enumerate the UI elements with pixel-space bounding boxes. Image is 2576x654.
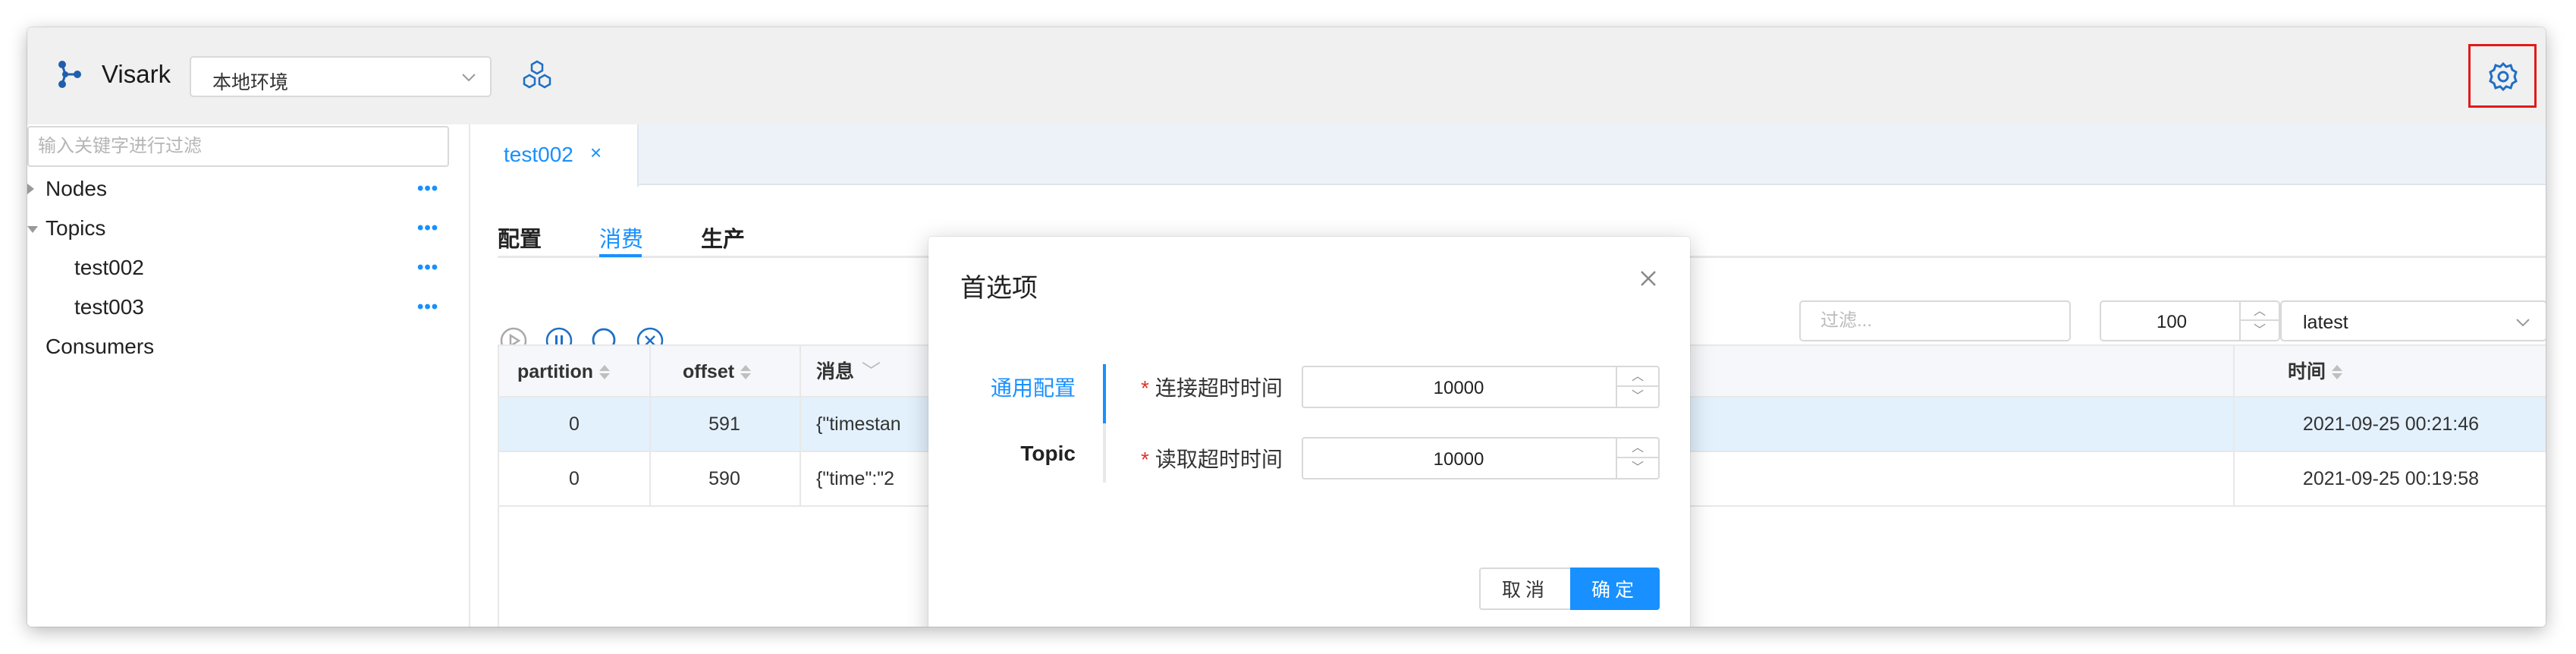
column-divider: [800, 344, 801, 507]
connect-timeout-value: 10000: [1433, 378, 1484, 398]
app-title: Visark: [102, 60, 171, 88]
tree-item-consumers[interactable]: Consumers: [27, 328, 452, 366]
dialog-nav-topic[interactable]: Topic: [928, 442, 1103, 466]
cell-message: {"timestan: [816, 413, 901, 435]
tab-label: test002: [504, 143, 573, 166]
cell-partition: 0: [569, 468, 580, 489]
chevron-down-icon: [462, 74, 476, 82]
cell-offset: 590: [708, 468, 740, 489]
app-window: Visark 本地环境 输入关键字进行过滤 Nodes ••• Topics •…: [27, 27, 2546, 627]
decrement-icon[interactable]: ﹀: [2241, 321, 2279, 340]
tab-bar: test002 ×: [472, 124, 2546, 187]
active-tab-indicator: [599, 254, 642, 257]
read-timeout-value: 10000: [1433, 449, 1484, 470]
count-stepper[interactable]: 100 ︿ ﹀: [2100, 300, 2280, 341]
read-timeout-label: * 读取超时时间: [1141, 448, 1283, 471]
dialog-nav-divider: [1103, 423, 1106, 483]
cell-offset: 591: [708, 413, 740, 435]
cluster-icon[interactable]: [519, 58, 555, 94]
settings-button[interactable]: [2468, 44, 2537, 108]
increment-icon[interactable]: ︿: [1617, 367, 1658, 387]
stepper-buttons: ︿ ﹀: [1616, 439, 1658, 478]
sort-icon[interactable]: [2332, 364, 2343, 381]
tab-test002[interactable]: test002 ×: [472, 124, 639, 187]
stepper-buttons: ︿ ﹀: [2239, 302, 2279, 340]
close-icon[interactable]: ×: [590, 141, 602, 165]
sort-icon[interactable]: [599, 364, 610, 381]
ok-button[interactable]: 确定: [1570, 568, 1660, 610]
required-marker: *: [1141, 448, 1149, 471]
required-marker: *: [1141, 376, 1149, 400]
offset-mode-value: latest: [2303, 312, 2348, 333]
chevron-down-icon[interactable]: ﹀: [862, 361, 881, 382]
tab-consume[interactable]: 消费: [599, 222, 643, 253]
offset-mode-select[interactable]: latest: [2280, 300, 2546, 341]
gear-icon: [2489, 61, 2518, 92]
tree-item-test002[interactable]: test002 •••: [27, 249, 452, 287]
column-divider: [2233, 344, 2235, 507]
tab-produce[interactable]: 生产: [701, 222, 745, 253]
environment-select-value: 本地环境: [212, 72, 289, 93]
caret-down-icon[interactable]: [27, 226, 38, 233]
increment-icon[interactable]: ︿: [2241, 302, 2279, 321]
more-icon[interactable]: •••: [417, 209, 438, 247]
tree-item-nodes[interactable]: Nodes •••: [27, 170, 452, 208]
stepper-buttons: ︿ ﹀: [1616, 367, 1658, 407]
dialog-title: 首选项: [960, 274, 1038, 303]
more-icon[interactable]: •••: [417, 170, 438, 208]
cell-partition: 0: [569, 413, 580, 435]
tree-item-label: Consumers: [46, 335, 155, 358]
visark-logo-icon: [58, 61, 81, 88]
increment-icon[interactable]: ︿: [1617, 439, 1658, 458]
app-header: Visark 本地环境: [27, 27, 2546, 124]
dialog-nav-active-bar: [1103, 364, 1106, 423]
close-icon[interactable]: [1637, 267, 1660, 290]
column-header-offset[interactable]: offset: [683, 346, 752, 398]
column-header-time[interactable]: 时间: [2288, 346, 2343, 398]
count-value: 100: [2156, 312, 2188, 332]
tree-item-label: test003: [74, 295, 144, 319]
tree-item-topics[interactable]: Topics •••: [27, 209, 452, 247]
cell-time: 2021-09-25 00:21:46: [2302, 413, 2480, 435]
tree-item-label: test002: [74, 256, 144, 279]
column-header-message[interactable]: 消息 ﹀: [816, 346, 881, 398]
more-icon[interactable]: •••: [417, 288, 438, 326]
message-filter-input[interactable]: [1799, 300, 2071, 341]
column-divider: [649, 344, 651, 507]
tree-item-label: Nodes: [46, 177, 107, 200]
tab-config[interactable]: 配置: [498, 222, 542, 253]
sidebar-filter-input[interactable]: [27, 126, 449, 167]
more-icon[interactable]: •••: [417, 249, 438, 287]
column-header-partition[interactable]: partition: [517, 346, 610, 398]
tree-item-test003[interactable]: test003 •••: [27, 288, 452, 326]
decrement-icon[interactable]: ﹀: [1617, 387, 1658, 407]
chevron-down-icon: [2516, 319, 2530, 327]
sidebar: Nodes ••• Topics ••• test002 ••• test003…: [27, 124, 470, 627]
read-timeout-input[interactable]: 10000 ︿ ﹀: [1302, 437, 1660, 479]
tree-item-label: Topics: [46, 216, 106, 240]
decrement-icon[interactable]: ﹀: [1617, 458, 1658, 478]
caret-right-icon[interactable]: [27, 184, 34, 194]
preferences-dialog: 首选项 通用配置 Topic * 连接超时时间 10000 ︿ ﹀ * 读取超时时间…: [928, 237, 1690, 627]
connect-timeout-input[interactable]: 10000 ︿ ﹀: [1302, 366, 1660, 408]
sort-icon[interactable]: [740, 364, 752, 381]
environment-select[interactable]: 本地环境: [190, 56, 492, 97]
dialog-nav-general[interactable]: 通用配置: [928, 372, 1103, 402]
cell-message: {"time":"2: [816, 468, 895, 489]
cancel-button[interactable]: 取消: [1479, 568, 1572, 610]
cell-time: 2021-09-25 00:19:58: [2302, 468, 2480, 489]
connect-timeout-label: * 连接超时时间: [1141, 376, 1283, 400]
